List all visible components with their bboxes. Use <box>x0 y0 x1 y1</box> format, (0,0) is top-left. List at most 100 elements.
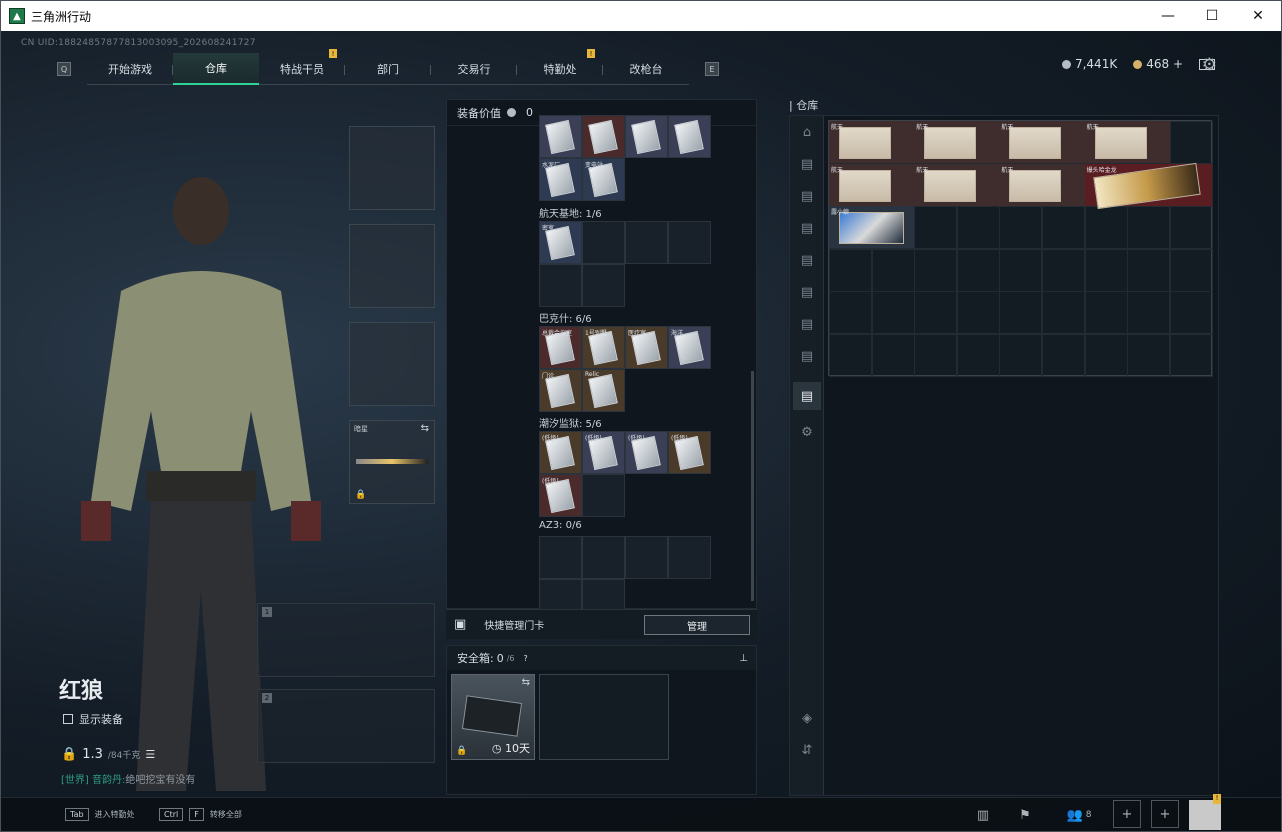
swap-icon[interactable]: ⇆ <box>421 423 429 434</box>
storage-cell[interactable] <box>829 291 872 335</box>
storage-cell[interactable] <box>1127 334 1171 377</box>
keycard-item[interactable]: 海洋 <box>669 327 710 368</box>
storage-cell[interactable] <box>829 334 872 377</box>
stats-icon[interactable]: ▥ <box>967 802 999 828</box>
safe-box-item[interactable]: ⇆ 🔒 ◷ 10天 <box>451 674 535 760</box>
keycard-item[interactable]: (低级) <box>626 432 667 473</box>
storage-tab-3[interactable]: ▤ <box>793 214 821 242</box>
storage-cell[interactable] <box>1042 206 1085 250</box>
storage-item[interactable]: 航天 <box>829 163 915 206</box>
tab-special-ops[interactable]: 特勤处! <box>517 49 603 85</box>
melee-slot[interactable]: 暗星 ⇆ 🔒 <box>349 420 435 504</box>
storage-cell[interactable] <box>914 206 958 250</box>
keycard-item[interactable] <box>583 116 624 157</box>
storage-item[interactable]: 航天 <box>1084 121 1170 163</box>
nav-next-key[interactable]: E <box>705 62 719 76</box>
scrollbar[interactable] <box>751 371 754 601</box>
storage-cell[interactable] <box>1042 291 1085 335</box>
storage-cell[interactable] <box>999 248 1043 292</box>
storage-cell[interactable] <box>999 334 1043 377</box>
keycard-slot[interactable] <box>582 474 625 517</box>
keycard-slot[interactable] <box>668 221 711 264</box>
keycard-slot[interactable] <box>668 536 711 579</box>
tab-warehouse[interactable]: 仓库 <box>173 53 259 85</box>
keycard-slot[interactable] <box>539 536 582 579</box>
keycard-item[interactable]: (低级) <box>540 432 581 473</box>
chat-line[interactable]: [世界] 音韵丹:绝吧挖宝有没有 <box>61 771 195 786</box>
keycard-item[interactable]: (低级) <box>583 432 624 473</box>
storage-cell[interactable] <box>1084 248 1128 292</box>
keycard-item[interactable]: 总裁会议室 <box>540 327 581 368</box>
help-icon[interactable]: ? <box>524 654 528 663</box>
storage-cell[interactable] <box>956 334 1000 377</box>
show-equipment-toggle[interactable]: 显示装备 <box>63 711 123 727</box>
keycard-item[interactable]: 医疗室 <box>626 327 667 368</box>
tab-trading[interactable]: 交易行 <box>431 53 517 85</box>
storage-item[interactable]: 露小娘 <box>829 206 915 249</box>
storage-cell[interactable] <box>1084 206 1128 250</box>
keycard-slot[interactable] <box>539 264 582 307</box>
armor-slot[interactable] <box>349 224 435 308</box>
storage-cell[interactable] <box>956 248 1000 292</box>
keycard-item[interactable]: (低级) <box>540 475 581 516</box>
storage-cell[interactable] <box>1169 334 1213 377</box>
storage-cell[interactable] <box>1127 248 1171 292</box>
storage-cell[interactable] <box>1127 206 1171 250</box>
storage-cell[interactable] <box>1084 291 1128 335</box>
list-icon[interactable]: ☰ <box>145 748 155 761</box>
nav-prev-key[interactable]: Q <box>57 62 71 76</box>
add-currency-button[interactable]: + <box>1173 57 1183 71</box>
tab-start-game[interactable]: 开始游戏 <box>87 53 173 85</box>
storage-cell[interactable] <box>914 291 958 335</box>
primary-weapon-slot[interactable]: 1 <box>257 603 435 677</box>
helmet-slot[interactable] <box>349 126 435 210</box>
keycard-item[interactable]: 门诊 <box>540 370 581 411</box>
keycard-item[interactable]: 1号别墅 <box>583 327 624 368</box>
layers-icon[interactable]: ◈ <box>793 704 821 732</box>
hotkey-transfer-all[interactable]: Ctrl F 转移全部 <box>159 808 242 821</box>
settings-gear-icon[interactable]: ⚙ <box>1202 55 1217 75</box>
pin-icon[interactable]: ⊥ <box>739 653 748 664</box>
storage-cell[interactable] <box>1169 248 1213 292</box>
keycard-item[interactable]: (低级) <box>669 432 710 473</box>
minimize-button[interactable]: — <box>1145 1 1191 31</box>
keycard-item[interactable]: 密室 <box>540 222 581 263</box>
tab-operators[interactable]: 特战干员! <box>259 49 345 85</box>
close-button[interactable]: ✕ <box>1235 1 1281 31</box>
storage-tab-1[interactable]: ▤ <box>793 150 821 178</box>
storage-item[interactable]: 航天 <box>914 121 1000 163</box>
storage-tab-4[interactable]: ▤ <box>793 246 821 274</box>
storage-cell[interactable] <box>871 248 915 292</box>
maximize-button[interactable]: ☐ <box>1189 1 1235 31</box>
pistol-slot[interactable] <box>349 322 435 406</box>
sort-icon[interactable]: ⇵ <box>793 736 821 764</box>
swap-icon[interactable]: ⇆ <box>522 677 530 688</box>
keycard-slot[interactable] <box>582 221 625 264</box>
keycard-item[interactable]: 水泥厂 <box>540 159 581 200</box>
storage-cell[interactable] <box>914 248 958 292</box>
storage-tab-7[interactable]: ▤ <box>793 342 821 370</box>
add-squad-button[interactable]: + <box>1113 800 1141 828</box>
keycard-item[interactable]: 变电站 <box>583 159 624 200</box>
storage-cell[interactable] <box>1169 121 1213 164</box>
keycard-item[interactable] <box>669 116 710 157</box>
storage-cell[interactable] <box>956 206 1000 250</box>
storage-cell[interactable] <box>1169 206 1213 250</box>
flag-icon[interactable]: ⚑ <box>1009 802 1041 828</box>
storage-cell[interactable] <box>956 291 1000 335</box>
storage-item[interactable]: 航天 <box>999 121 1085 163</box>
storage-tab-all[interactable]: ⌂ <box>793 118 821 146</box>
keycard-item[interactable] <box>626 116 667 157</box>
tab-gunsmith[interactable]: 改枪台 <box>603 53 689 85</box>
secondary-weapon-slot[interactable]: 2 <box>257 689 435 763</box>
storage-cell[interactable] <box>999 291 1043 335</box>
keycard-slot[interactable] <box>625 536 668 579</box>
storage-cell[interactable] <box>1127 291 1171 335</box>
keycard-item[interactable]: Relic <box>583 370 624 411</box>
storage-cell[interactable] <box>1042 248 1085 292</box>
manage-button[interactable]: 管理 <box>644 615 750 635</box>
storage-cell[interactable] <box>1169 291 1213 335</box>
keycard-slot[interactable] <box>582 536 625 579</box>
storage-tab-5[interactable]: ▤ <box>793 278 821 306</box>
keycard-slot[interactable] <box>625 221 668 264</box>
